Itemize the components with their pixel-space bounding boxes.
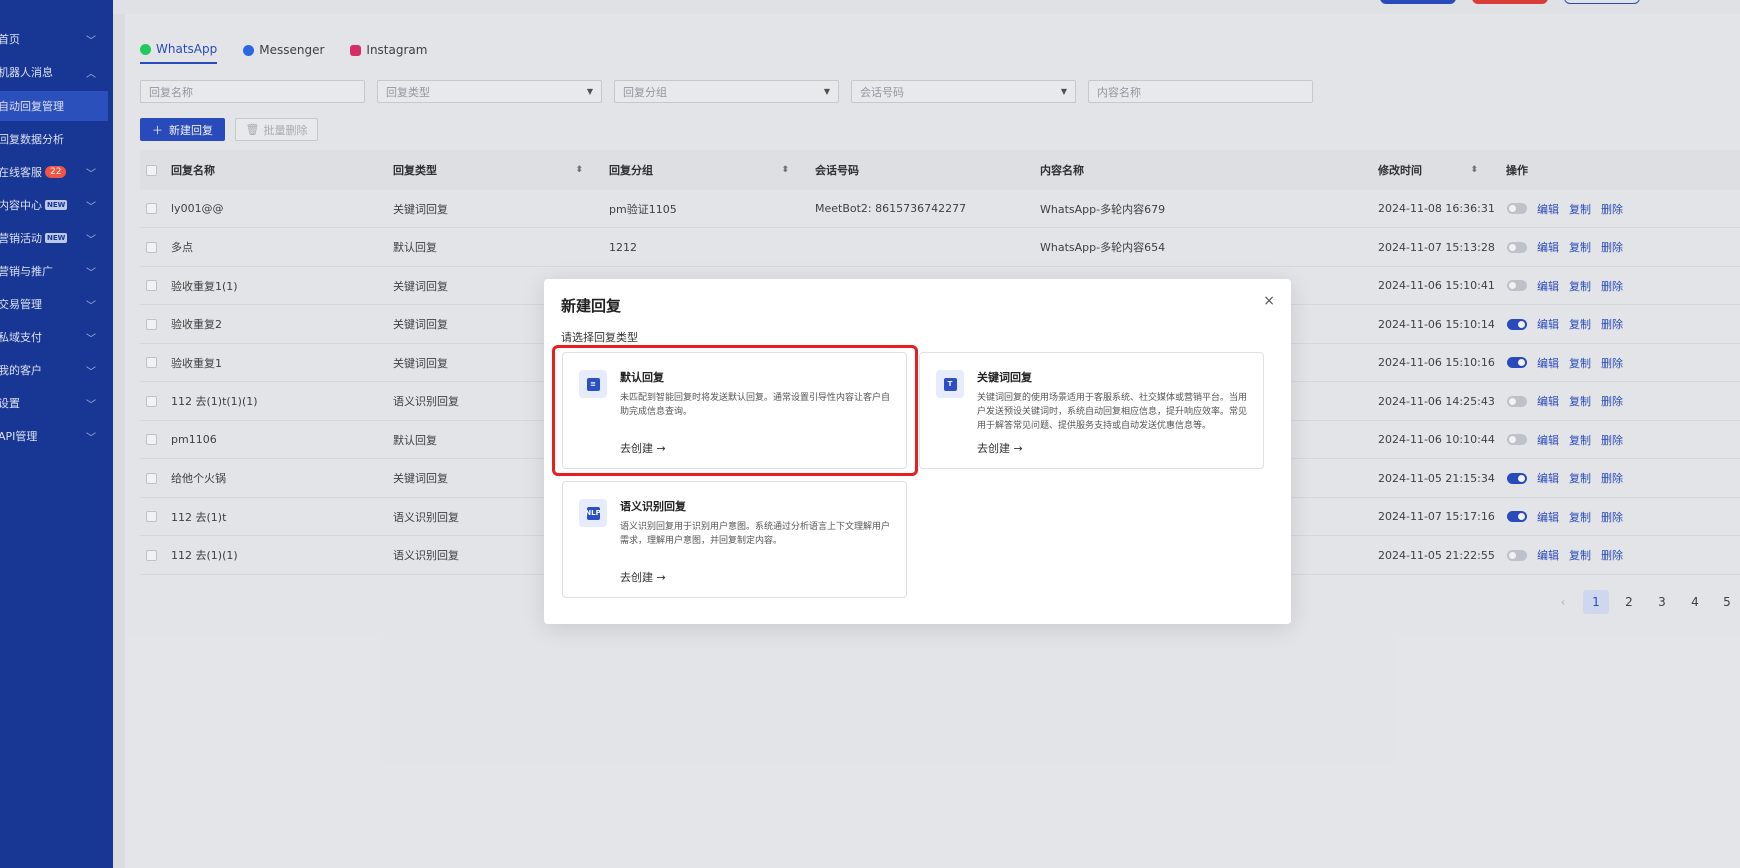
create-link[interactable]: 去创建 → bbox=[977, 440, 1023, 456]
card-keyword-reply[interactable]: T 关键词回复 关键词回复的使用场景适用于客服系统、社交媒体或营销平台。当用户发… bbox=[919, 352, 1264, 469]
card-semantic-reply[interactable]: NLP 语义识别回复 语义识别回复用于识别用户意图。系统通过分析语言上下文理解用… bbox=[562, 481, 907, 598]
card-description: 语义识别回复用于识别用户意图。系统通过分析语言上下文理解用户需求，理解用户意图，… bbox=[620, 522, 891, 546]
card-title: 关键词回复 bbox=[977, 371, 1032, 384]
keyword-icon: T bbox=[936, 370, 964, 398]
card-description: 关键词回复的使用场景适用于客服系统、社交媒体或营销平台。当用户发送预设关键词时，… bbox=[977, 393, 1248, 431]
close-icon[interactable]: × bbox=[1263, 293, 1275, 309]
dialog-title: 新建回复 bbox=[561, 297, 622, 315]
card-title: 语义识别回复 bbox=[620, 500, 686, 513]
highlight-annotation bbox=[552, 345, 918, 476]
create-link[interactable]: 去创建 → bbox=[620, 569, 666, 585]
nlp-icon: NLP bbox=[579, 499, 607, 527]
dialog-subtitle: 请选择回复类型 bbox=[561, 331, 638, 344]
